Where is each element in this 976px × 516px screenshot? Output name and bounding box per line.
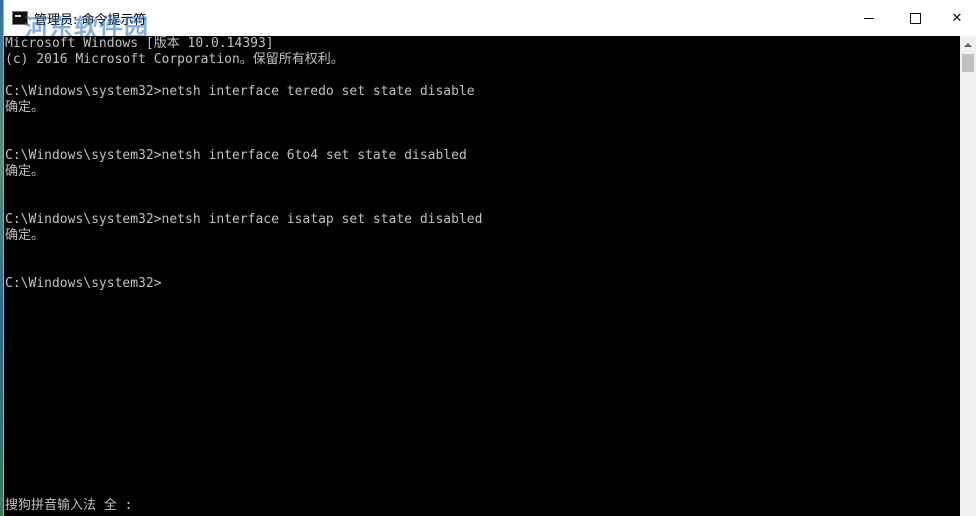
command-prompt[interactable]: C:\Windows\system32> [5,276,162,292]
console-line: C:\Windows\system32>netsh interface tere… [5,84,475,99]
vertical-scrollbar[interactable] [960,36,976,516]
console-line: C:\Windows\system32>netsh interface isat… [5,212,483,227]
title-bar[interactable]: 管理员: 命令提示符 河东软件园 www.pc0359.cn [4,0,976,47]
console-line: 确定。 [5,164,45,179]
console-line: (c) 2016 Microsoft Corporation。保留所有权利。 [5,52,344,67]
console-output[interactable]: Microsoft Windows [版本 10.0.14393] (c) 20… [4,36,960,516]
console-line: 确定。 [5,100,45,115]
cmd-window: 管理员: 命令提示符 河东软件园 www.pc0359.cn Microsoft… [4,0,976,516]
console-line: Microsoft Windows [版本 10.0.14393] [5,36,274,51]
minimize-button[interactable] [846,0,892,36]
scroll-up-arrow-icon[interactable] [960,36,976,53]
scroll-thumb[interactable] [962,54,974,72]
window-title: 管理员: 命令提示符 [34,13,147,28]
cmd-app-icon[interactable] [12,11,28,25]
close-button[interactable] [938,0,976,36]
maximize-button[interactable] [892,0,938,36]
ime-status-bar[interactable]: 搜狗拼音输入法 全 : [5,498,132,514]
console-line: C:\Windows\system32>netsh interface 6to4… [5,148,467,163]
console-line: 确定。 [5,228,45,243]
